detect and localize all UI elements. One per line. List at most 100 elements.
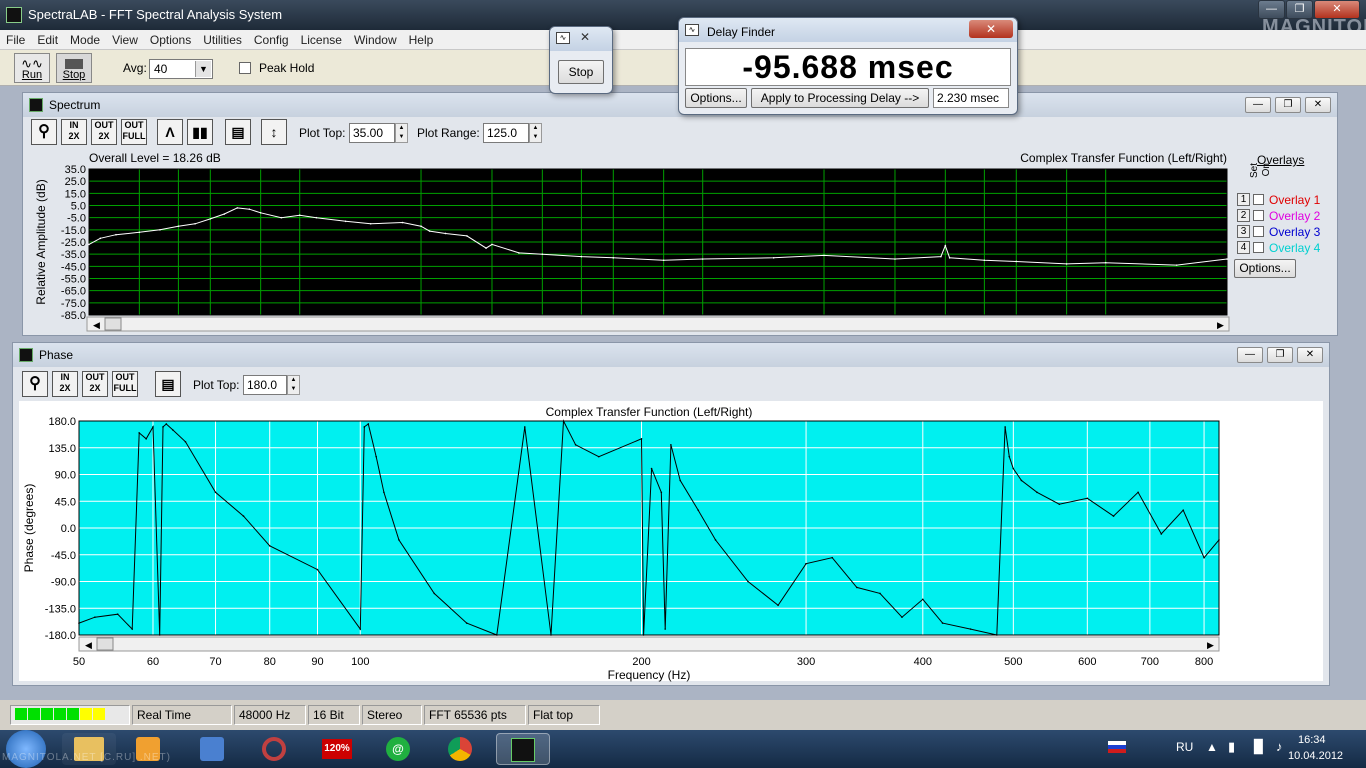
data-point bbox=[562, 420, 565, 422]
data-point bbox=[983, 259, 986, 262]
clock-date[interactable]: 10.04.2012 bbox=[1288, 750, 1343, 762]
data-point bbox=[401, 221, 404, 224]
data-point bbox=[158, 634, 161, 636]
overlay-set-button[interactable]: 4 bbox=[1237, 241, 1250, 254]
overlay-set-button[interactable]: 2 bbox=[1237, 209, 1250, 222]
data-point bbox=[194, 222, 196, 225]
stop-button[interactable]: Stop bbox=[56, 53, 92, 83]
maximize-button[interactable]: ❐ bbox=[1286, 0, 1313, 19]
delay-value-field[interactable]: 2.230 msec bbox=[933, 88, 1009, 108]
taskbar: 120% @ MAGNITOLA.NET [C.RU] .NET) RU ▲ ▮… bbox=[0, 730, 1366, 768]
overlay-checkbox[interactable] bbox=[1253, 242, 1264, 253]
menu-edit[interactable]: Edit bbox=[31, 30, 64, 50]
overlay-label: Overlay 4 bbox=[1269, 241, 1321, 255]
x-tick-label: 600 bbox=[1078, 656, 1096, 668]
data-point bbox=[259, 212, 262, 214]
usb-icon[interactable]: ▮ bbox=[1228, 739, 1235, 755]
data-point bbox=[642, 634, 645, 636]
data-point bbox=[1004, 426, 1006, 428]
spectralab-taskbar-icon[interactable] bbox=[496, 733, 550, 765]
delay-readout: -95.688 msec bbox=[685, 48, 1011, 86]
overlay-checkbox[interactable] bbox=[1253, 210, 1264, 221]
menu-help[interactable]: Help bbox=[403, 30, 440, 50]
data-point bbox=[433, 592, 436, 595]
spectralab-app-icon bbox=[6, 7, 22, 23]
ccleaner-icon[interactable] bbox=[248, 733, 302, 765]
overlay-checkbox[interactable] bbox=[1253, 194, 1264, 205]
y-tick-label: 35.0 bbox=[65, 164, 86, 176]
data-point bbox=[1104, 261, 1107, 264]
apply-processing-delay-button[interactable]: Apply to Processing Delay --> bbox=[751, 88, 929, 108]
data-point bbox=[88, 243, 90, 246]
data-point bbox=[1008, 455, 1011, 458]
x-axis-label: Frequency (Hz) bbox=[608, 668, 691, 682]
status-bar: Real Time 48000 Hz 16 Bit Stereo FFT 655… bbox=[0, 700, 1366, 730]
stop-window-close-icon[interactable]: ✕ bbox=[580, 30, 590, 44]
data-point bbox=[894, 258, 896, 260]
status-channels: Stereo bbox=[362, 705, 422, 725]
window-title: SpectraLAB - FFT Spectral Analysis Syste… bbox=[28, 7, 283, 22]
x-tick-label: 50 bbox=[73, 656, 85, 668]
scroll-left-arrow-icon: ◀ bbox=[85, 640, 92, 650]
chart-title: Complex Transfer Function (Left/Right) bbox=[546, 405, 753, 419]
menu-license[interactable]: License bbox=[295, 30, 348, 50]
run-button[interactable]: ∿∿ Run bbox=[14, 53, 50, 83]
y-tick-label: 5.0 bbox=[71, 201, 86, 213]
x-tick-label: 700 bbox=[1141, 656, 1159, 668]
level-meter-block bbox=[41, 708, 53, 720]
close-button[interactable]: ✕ bbox=[1314, 0, 1360, 19]
overlay-set-button[interactable]: 3 bbox=[1237, 225, 1250, 238]
acrobat-icon[interactable]: 120% bbox=[310, 733, 364, 765]
chrome-icon[interactable] bbox=[434, 733, 488, 765]
data-point bbox=[805, 562, 807, 565]
y-tick-label: -35.0 bbox=[61, 249, 86, 261]
minimize-button[interactable]: — bbox=[1258, 0, 1285, 19]
data-point bbox=[248, 208, 251, 210]
data-point bbox=[159, 229, 161, 231]
menu-options[interactable]: Options bbox=[144, 30, 197, 50]
data-point bbox=[162, 426, 164, 428]
data-point bbox=[612, 257, 615, 259]
avg-select[interactable]: 40 ▼ bbox=[149, 59, 213, 79]
data-point bbox=[466, 235, 468, 237]
stop-window-button[interactable]: Stop bbox=[558, 60, 604, 84]
y-tick-label: -90.0 bbox=[51, 577, 76, 589]
overlay-set-button[interactable]: 1 bbox=[1237, 193, 1250, 206]
data-point bbox=[944, 244, 947, 247]
tray-expand-icon[interactable]: ▲ bbox=[1206, 740, 1218, 754]
delay-options-button[interactable]: Options... bbox=[685, 88, 747, 108]
level-meter-block bbox=[28, 708, 40, 720]
overlay-options-button[interactable]: Options... bbox=[1234, 259, 1296, 278]
data-point bbox=[316, 568, 319, 571]
data-point bbox=[184, 441, 187, 443]
overlay-checkbox[interactable] bbox=[1253, 226, 1264, 237]
menu-view[interactable]: View bbox=[106, 30, 144, 50]
menu-mode[interactable]: Mode bbox=[64, 30, 106, 50]
data-point bbox=[1020, 479, 1023, 482]
menu-config[interactable]: Config bbox=[248, 30, 295, 50]
overlay-row: 3 Overlay 3 bbox=[1237, 225, 1337, 240]
mdi-workspace: Spectrum — ❐ ✕ ⚲ IN 2X OUT 2X OUT FULL Λ ▮▮… bbox=[0, 86, 1366, 700]
volume-icon[interactable]: ♪ bbox=[1276, 739, 1283, 754]
data-point bbox=[165, 423, 168, 425]
control-panel-icon[interactable] bbox=[186, 733, 240, 765]
data-point bbox=[138, 432, 141, 434]
data-point bbox=[99, 237, 102, 240]
data-point bbox=[268, 545, 271, 547]
data-point bbox=[420, 225, 422, 227]
delay-finder-close-button[interactable]: ✕ bbox=[969, 20, 1013, 38]
data-point bbox=[223, 213, 226, 215]
data-point bbox=[145, 438, 147, 440]
menu-utilities[interactable]: Utilities bbox=[197, 30, 248, 50]
language-indicator[interactable]: RU bbox=[1176, 740, 1193, 754]
spectrum-chart: 35.025.015.05.0-5.0-15.0-25.0-35.0-45.0-… bbox=[34, 164, 1230, 332]
x-tick-label: 100 bbox=[351, 656, 369, 668]
data-point bbox=[171, 429, 174, 431]
clock-time[interactable]: 16:34 bbox=[1298, 734, 1326, 746]
peak-hold-checkbox[interactable] bbox=[239, 62, 251, 74]
mail-agent-icon[interactable]: @ bbox=[372, 733, 426, 765]
data-point bbox=[383, 491, 385, 494]
menu-window[interactable]: Window bbox=[348, 30, 403, 50]
network-icon[interactable]: ▉ bbox=[1254, 739, 1264, 755]
menu-file[interactable]: File bbox=[0, 30, 31, 50]
